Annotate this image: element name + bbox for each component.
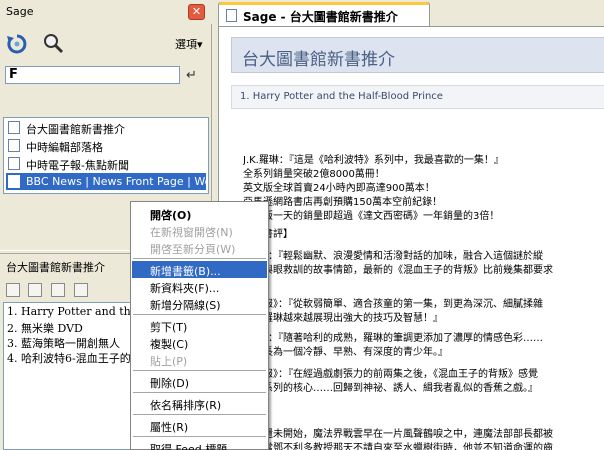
context-menu-item[interactable]: 新增分隔線(S): [132, 295, 267, 312]
checkbox-icon[interactable]: [6, 283, 20, 297]
context-menu-item-label: 剪下(T): [150, 321, 188, 334]
context-menu-item-label: 在新視窗開啓(N): [150, 226, 233, 239]
feed-item[interactable]: 中時電子報-焦點新聞: [6, 155, 206, 172]
context-menu-item[interactable]: 屬性(R): [132, 417, 267, 434]
menu-separator: [133, 258, 266, 259]
feed-item-label: 中時電子報-焦點新聞: [26, 159, 129, 172]
article-line: 集，羅琳越來越展現出強大的技巧及智慧！』: [243, 313, 443, 324]
context-menu-item: 在新視窗開啓(N): [132, 222, 267, 239]
article-line: 誘和與眼救訓的故事情節，最新的《混血王子的背叛》比前幾集都要求: [243, 265, 553, 276]
article-line: 英文版一天的銷量即超過《達文西密碼》一年銷量的3倍！: [243, 211, 500, 222]
menu-separator: [133, 414, 266, 415]
context-menu-item-label: 新資料夾(F)...: [150, 282, 220, 295]
list-icon[interactable]: [51, 283, 65, 297]
tab-sage[interactable]: Sage - 台大圖書館新書推介: [218, 2, 430, 26]
search-icon[interactable]: [42, 32, 64, 54]
sidebar-toolbar: 選項▾: [0, 26, 212, 60]
article-line: 信報》：『隨著哈利的成熟，羅琳的筆調更添加了濃厚的情感色彩……: [243, 333, 543, 344]
context-menu-item-label: 刪除(D): [150, 377, 190, 390]
context-menu-item-label: 複製(C): [150, 338, 189, 351]
context-menu-item-label: 新增分隔線(S): [150, 299, 221, 312]
unread-icon[interactable]: [28, 283, 42, 297]
enter-icon[interactable]: ↵: [186, 68, 197, 83]
filter-input[interactable]: F: [5, 66, 180, 84]
page-icon: [226, 9, 237, 22]
filter-row: F ↵: [0, 64, 212, 88]
context-menu-item-label: 開啓至新分頁(W): [150, 243, 236, 256]
menu-separator: [133, 436, 266, 437]
refresh-icon[interactable]: [6, 33, 28, 55]
article-line: 英文版全球首賣24小時內即高達900萬本！: [243, 183, 435, 194]
context-menu-item[interactable]: 新資料夾(F)...: [132, 278, 267, 295]
page-icon: [8, 139, 20, 152]
page-icon: [8, 157, 20, 170]
tab-label: Sage - 台大圖書館新書推介: [243, 10, 398, 24]
context-menu-item[interactable]: 複製(C): [132, 334, 267, 351]
page-content: 台大圖書館新書推介 1. Harry Potter and the Half-B…: [218, 26, 604, 450]
article-line: 季節還未開始，魔法界戰雲早在一片風聲鶴唳之中，連魔法部部長都被: [243, 429, 553, 440]
sidebar-title: Sage: [6, 5, 34, 18]
article-body: J.K.羅琳：『這是《哈利波特》系列中，我最喜歡的一集！』 全系列銷量突破2億80…: [243, 151, 604, 450]
menu-separator: [133, 392, 266, 393]
menu-separator: [133, 314, 266, 315]
page-icon: [8, 175, 20, 188]
article-line: 到了系列的核心……回歸到神祕、誘人、緝我者亂似的香蕉之戲。』: [243, 383, 538, 394]
browser-content-area: Sage - 台大圖書館新書推介 台大圖書館新書推介 1. Harry Pott…: [214, 0, 604, 450]
close-icon[interactable]: ✕: [188, 4, 205, 20]
page-icon: [8, 121, 20, 134]
context-menu-item[interactable]: 刪除(D): [132, 373, 267, 390]
feed-item-selected[interactable]: BBC News | News Front Page | World E: [6, 173, 206, 190]
article-line: J.K.羅琳：『這是《哈利波特》系列中，我最喜歡的一集！』: [243, 155, 504, 166]
feed-tree[interactable]: 台大圖書館新書推介 中時編輯部落格 中時電子報-焦點新聞 BBC News | …: [3, 117, 209, 194]
context-menu-item: 開啓至新分頁(W): [132, 239, 267, 256]
article-line: 頂日報》：『從軟弱簡單、適合孩童的第一集，到更為深沉、細膩揉雜: [243, 299, 543, 310]
article-line: 漸成長為一個冷靜、早熟、有深度的青少年。』: [243, 347, 448, 358]
options-menu-button[interactable]: 選項▾: [175, 36, 203, 52]
context-menu-item[interactable]: 取得 Feed 標題: [132, 439, 267, 450]
article-line: 全系列銷量突破2億8000萬冊！: [243, 169, 385, 180]
item-heading-link[interactable]: 1. Harry Potter and the Half-Blood Princ…: [240, 91, 443, 102]
feed-item-label: BBC News | News Front Page | World E: [26, 175, 206, 188]
feed-item-label: 台大圖書館新書推介: [26, 123, 125, 136]
context-menu-item-label: 取得 Feed 標題: [150, 443, 228, 450]
page-title-bar: 台大圖書館新書推介: [231, 37, 604, 73]
feed-item-label: 中時編輯部落格: [26, 141, 103, 154]
context-menu-item: 貼上(P): [132, 351, 267, 368]
item-heading-bar: 1. Harry Potter and the Half-Blood Princ…: [231, 85, 604, 109]
context-menu-item-label: 開啓(O): [150, 209, 192, 222]
feed-item[interactable]: 台大圖書館新書推介: [6, 119, 206, 136]
sidebar-header: Sage ✕: [0, 0, 212, 24]
menu-separator: [133, 370, 266, 371]
context-menu-item-label: 依名稱排序(R): [150, 399, 222, 412]
article-line: 時報》：『輕鬆幽默、浪漫愛情和活潑對話的加味，融合入這個謎於縱: [243, 251, 543, 262]
context-menu-item[interactable]: 新增書籤(B)...: [132, 261, 267, 278]
context-menu-item[interactable]: 依名稱排序(R): [132, 395, 267, 412]
document-icon[interactable]: [74, 283, 88, 297]
item-list-title: 台大圖書館新書推介: [6, 261, 105, 274]
article-line: 國日報》：『在經過戲劇張力的前兩集之後，《混血王子的背叛》感覺: [243, 369, 538, 380]
context-menu-item-label: 屬性(R): [150, 421, 189, 434]
context-menu-item[interactable]: 剪下(T): [132, 317, 267, 334]
article-line: 亞馬遜網路書店再創預購150萬本空前紀錄！: [243, 197, 443, 208]
context-menu-item-label: 貼上(P): [150, 355, 188, 368]
page-title: 台大圖書館新書推介: [242, 50, 395, 70]
context-menu-item[interactable]: 開啓(O): [132, 205, 267, 222]
feed-item[interactable]: 中時編輯部落格: [6, 137, 206, 154]
context-menu-item-label: 新增書籤(B)...: [150, 265, 221, 278]
context-menu: 開啓(O) 在新視窗開啓(N) 開啓至新分頁(W) 新增書籤(B)... 新資料夾(F)…: [130, 201, 269, 450]
article-line: 但是當鄧不利多教授那天不請自來至水蠟樹街時，他並不知道命運的齒: [243, 443, 553, 450]
